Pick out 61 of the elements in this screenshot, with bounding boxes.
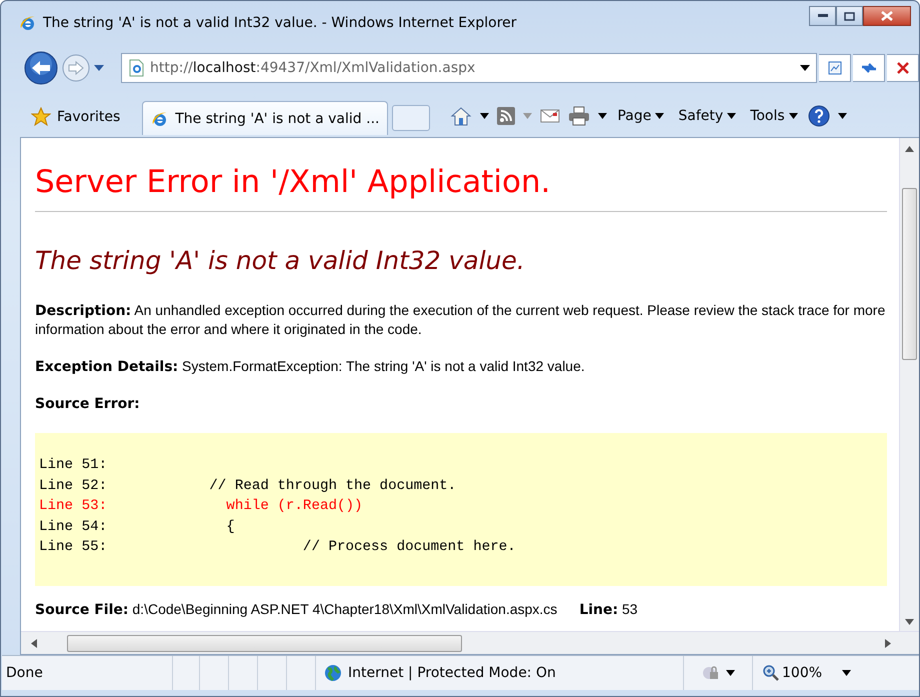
- dropdown-arrow-icon: [655, 113, 664, 119]
- favorites-button[interactable]: Favorites: [27, 99, 124, 135]
- globe-icon: [324, 664, 342, 682]
- dropdown-arrow-icon[interactable]: [838, 113, 847, 119]
- code-line: Line 54: {: [39, 518, 236, 536]
- zoom-button[interactable]: 100%: [763, 665, 822, 681]
- close-button[interactable]: [863, 6, 911, 26]
- feed-icon[interactable]: [497, 107, 516, 125]
- scroll-down-arrow-icon[interactable]: [905, 619, 914, 625]
- detail-paragraph: Exception Details: System.FormatException: The string 'A' is not a valid Int32 value.: [35, 357, 586, 376]
- window-title: The string 'A' is not a valid Int32 value. - Windows Internet Explorer: [43, 15, 518, 31]
- minimize-button[interactable]: [809, 6, 836, 26]
- detail-paragraph: Description: An unhandled exception occurred during the execution of the current web request. Please review the stack trace for more information about the error and where it originated in the code.: [35, 301, 886, 339]
- stop-button[interactable]: [887, 54, 919, 82]
- menu-button[interactable]: Page: [615, 108, 666, 124]
- scrollbar-thumb[interactable]: [902, 188, 917, 360]
- dropdown-arrow-icon[interactable]: [480, 113, 490, 119]
- url-text: http://localhost:49437/Xml/XmlValidation.aspx: [150, 60, 476, 76]
- maximize-button[interactable]: [836, 6, 863, 26]
- line-number-text: Line: 53: [579, 600, 638, 616]
- scroll-left-arrow-icon[interactable]: [31, 638, 37, 648]
- maximize-icon: [844, 12, 855, 20]
- compatibility-view-button[interactable]: [819, 54, 851, 82]
- home-icon[interactable]: [450, 106, 472, 126]
- scrollbar-thumb[interactable]: [67, 634, 462, 652]
- star-icon: [31, 107, 51, 127]
- page-icon: [128, 59, 144, 77]
- menu-button[interactable]: Tools: [748, 108, 800, 124]
- code-line: Line 52: // Read through the document.: [39, 476, 458, 496]
- dropdown-arrow-icon[interactable]: [800, 65, 810, 71]
- security-zone-text: Internet | Protected Mode: On: [348, 665, 556, 681]
- browser-logo-icon: [19, 14, 37, 32]
- lock-icon[interactable]: [702, 665, 720, 681]
- error-title: The string 'A' is not a valid Int32 value.: [35, 246, 526, 275]
- back-button[interactable]: [23, 50, 59, 86]
- mail-icon[interactable]: [540, 108, 560, 124]
- magnifier-icon: [763, 665, 779, 681]
- code-line: Line 55: // Process document here.: [39, 538, 517, 557]
- scroll-up-arrow-icon[interactable]: [905, 146, 914, 152]
- dropdown-arrow-icon: [727, 113, 736, 119]
- close-icon: [881, 11, 893, 21]
- help-icon[interactable]: [808, 105, 830, 127]
- error-heading: Server Error in '/Xml' Application.: [35, 164, 887, 212]
- refresh-button[interactable]: [853, 54, 885, 82]
- minimize-icon: [818, 14, 828, 18]
- code-line: Line 51:: [39, 456, 108, 475]
- code-line: Line 53: while (r.Read()): [39, 497, 364, 516]
- dropdown-arrow-icon[interactable]: [726, 670, 734, 676]
- menu-button[interactable]: Safety: [676, 108, 738, 124]
- print-icon[interactable]: [568, 106, 590, 126]
- status-text: Done: [6, 665, 43, 681]
- dropdown-arrow-icon[interactable]: [842, 670, 852, 676]
- source-file-text: Source File: d:\Code\Beginning ASP.NET 4\Chapter18\Xml\XmlValidation.aspx.cs: [35, 600, 558, 616]
- chart-page-icon: [826, 60, 842, 76]
- address-bar[interactable]: http://localhost:49437/Xml/XmlValidation.aspx: [121, 53, 817, 83]
- scroll-right-arrow-icon[interactable]: [885, 638, 891, 648]
- source-error-label: Source Error:: [35, 396, 140, 412]
- stop-icon: [896, 61, 910, 75]
- dropdown-arrow-icon: [788, 113, 798, 119]
- dropdown-arrow-icon[interactable]: [598, 113, 608, 119]
- browser-tab[interactable]: The string 'A' is not a valid ...: [142, 101, 388, 135]
